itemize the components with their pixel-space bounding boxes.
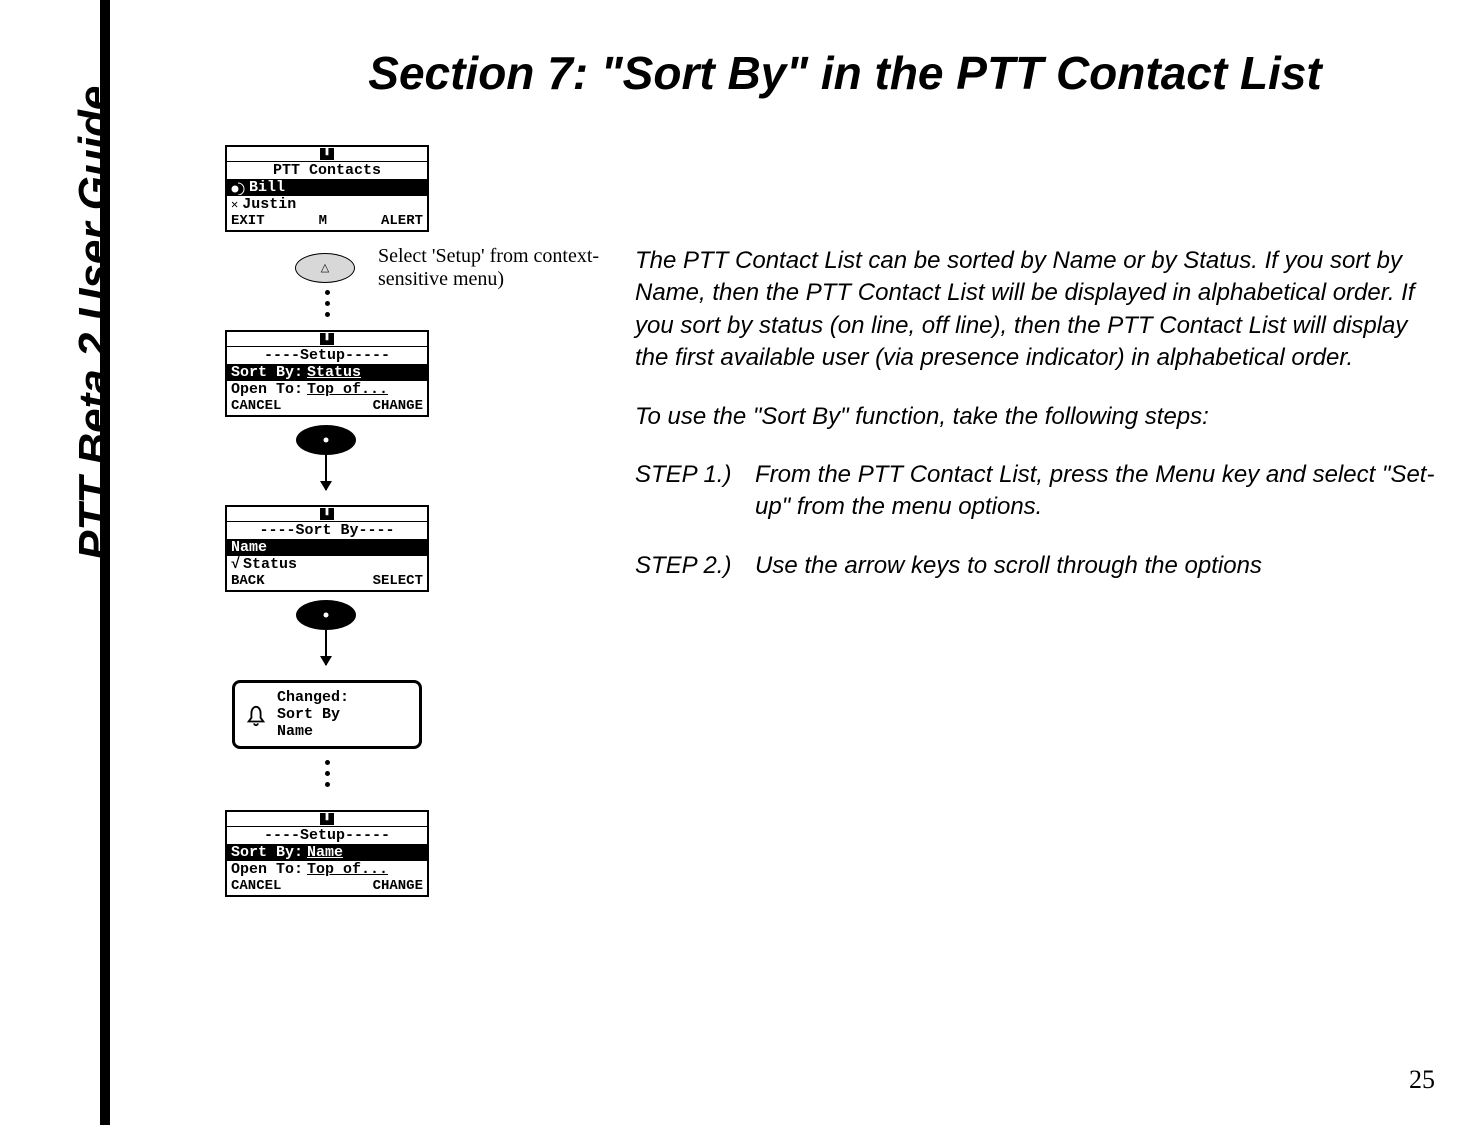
setup-value-1b: Status (307, 364, 361, 381)
softkeys: EXIT M ALERT (227, 213, 427, 230)
softkey-right: SELECT (373, 573, 423, 589)
vertical-dots (325, 290, 331, 317)
page-title: Section 7: "Sort By" in the PTT Contact … (255, 45, 1435, 103)
setup-label-1a: Sort By: (231, 844, 303, 861)
sidebar-title-text: PTT Beta 2 User Guide (70, 86, 119, 560)
step-1-label: STEP 1.) (635, 459, 755, 524)
softkeys: CANCEL CHANGE (227, 878, 427, 895)
setup-row: Open To:Top of... (227, 861, 427, 878)
step-1-body: From the PTT Contact List, press the Men… (755, 459, 1435, 524)
screen-title: ----Setup----- (227, 826, 427, 844)
antenna-bar (227, 507, 427, 521)
phone-screen-setup-1: ----Setup----- Sort By:Status Open To:To… (225, 330, 429, 417)
screen-title: PTT Contacts (227, 161, 427, 179)
setup-label-2a: Open To: (231, 381, 303, 398)
sortby-status: Status (243, 556, 297, 573)
softkeys: BACK SELECT (227, 573, 427, 590)
triangle-icon: △ (321, 261, 329, 274)
antenna-bar (227, 332, 427, 346)
setup-value-2b: Top of... (307, 381, 388, 398)
softkey-right: CHANGE (373, 398, 423, 414)
step-1: STEP 1.) From the PTT Contact List, pres… (635, 459, 1435, 524)
body-text: The PTT Contact List can be sorted by Na… (635, 245, 1435, 608)
setup-value-1b: Name (307, 844, 343, 861)
vertical-dots (325, 760, 331, 787)
sortby-option: √Status (227, 556, 427, 573)
antenna-icon (320, 813, 334, 825)
antenna-bar (227, 812, 427, 826)
contact-row: Justin (227, 196, 427, 213)
setup-label-1a: Sort By: (231, 364, 303, 381)
nav-dot-icon (324, 613, 329, 618)
contact-name-1: Bill (249, 179, 285, 196)
page-title-text: Section 7: "Sort By" in the PTT Contact … (368, 47, 1321, 99)
antenna-icon (320, 148, 334, 160)
softkey-right: CHANGE (373, 878, 423, 894)
phone-screen-sortby: ----Sort By---- Name √Status BACK SELECT (225, 505, 429, 592)
caption-setup: Select 'Setup' from context-sensitive me… (378, 245, 608, 291)
bell-icon (245, 705, 267, 727)
step-2: STEP 2.) Use the arrow keys to scroll th… (635, 550, 1435, 582)
sortby-option-selected: Name (227, 539, 427, 556)
step-2-body: Use the arrow keys to scroll through the… (755, 550, 1435, 582)
softkey-right: ALERT (381, 213, 423, 229)
changed-line-3: Name (277, 723, 413, 740)
antenna-bar (227, 147, 427, 161)
softkey-left: CANCEL (231, 398, 281, 414)
contact-row-selected: Bill (227, 179, 427, 196)
arrow-down-icon (325, 630, 327, 665)
arrow-down-icon (325, 455, 327, 490)
setup-row: Open To:Top of... (227, 381, 427, 398)
page-number: 25 (1409, 1065, 1435, 1095)
paragraph-2: To use the "Sort By" function, take the … (635, 401, 1435, 433)
softkey-left: BACK (231, 573, 265, 589)
softkey-left: EXIT (231, 213, 265, 229)
ptt-icon (231, 181, 245, 195)
nav-dot-icon (324, 438, 329, 443)
softkey-mid: M (319, 213, 327, 229)
screen-title: ----Sort By---- (227, 521, 427, 539)
check-icon: √ (231, 556, 239, 573)
phone-screen-contacts: PTT Contacts Bill Justin EXIT M ALERT (225, 145, 429, 232)
softkeys: CANCEL CHANGE (227, 398, 427, 415)
screen-title: ----Setup----- (227, 346, 427, 364)
setup-value-2b: Top of... (307, 861, 388, 878)
offline-icon (231, 196, 238, 213)
paragraph-1: The PTT Contact List can be sorted by Na… (635, 245, 1435, 375)
changed-line-2: Sort By (277, 706, 413, 723)
setup-row-selected: Sort By:Status (227, 364, 427, 381)
phone-screen-setup-2: ----Setup----- Sort By:Name Open To:Top … (225, 810, 429, 897)
nav-key: △ (295, 253, 355, 283)
changed-message: Changed: Sort By Name (232, 680, 422, 749)
changed-line-1: Changed: (277, 689, 413, 706)
softkey-left: CANCEL (231, 878, 281, 894)
setup-row-selected: Sort By:Name (227, 844, 427, 861)
step-2-label: STEP 2.) (635, 550, 755, 582)
nav-key (296, 600, 356, 630)
sortby-name: Name (231, 539, 267, 556)
antenna-icon (320, 333, 334, 345)
contact-name-2: Justin (242, 196, 296, 213)
sidebar-title: PTT Beta 2 User Guide (70, 86, 120, 560)
antenna-icon (320, 508, 334, 520)
nav-key (296, 425, 356, 455)
setup-label-2a: Open To: (231, 861, 303, 878)
